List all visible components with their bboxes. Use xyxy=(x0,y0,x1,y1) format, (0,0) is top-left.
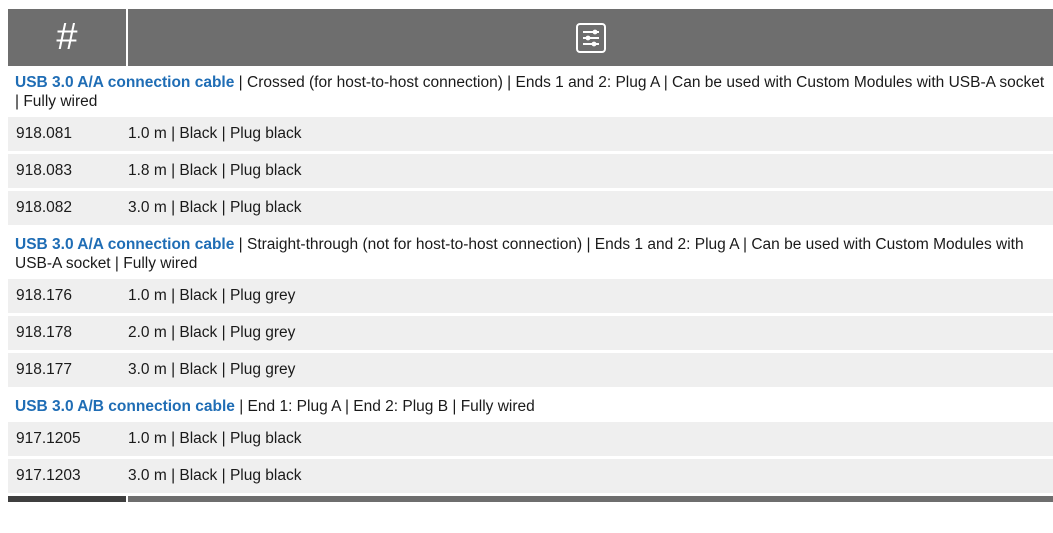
item-number: 918.083 xyxy=(16,162,73,179)
column-header-filter[interactable] xyxy=(128,9,1053,66)
column-header-number: # xyxy=(8,9,128,66)
footer-number-cell xyxy=(8,496,128,502)
table-row[interactable]: 918.178 2.0 m | Black | Plug grey xyxy=(8,316,1053,350)
item-number: 918.081 xyxy=(16,125,73,142)
item-number: 918.177 xyxy=(16,361,73,378)
group-heading: USB 3.0 A/A connection cable | Straight-… xyxy=(8,228,1053,279)
item-spec: 2.0 m | Black | Plug grey xyxy=(128,324,296,341)
table-row[interactable]: 918.081 1.0 m | Black | Plug black xyxy=(8,117,1053,151)
item-spec: 3.0 m | Black | Plug grey xyxy=(128,361,296,378)
group-title[interactable]: USB 3.0 A/B connection cable xyxy=(15,398,235,415)
table-row[interactable]: 917.1203 3.0 m | Black | Plug black xyxy=(8,459,1053,493)
item-spec: 1.0 m | Black | Plug black xyxy=(128,430,302,447)
table-footer xyxy=(8,496,1053,502)
table-row[interactable]: 917.1205 1.0 m | Black | Plug black xyxy=(8,422,1053,456)
item-spec: 3.0 m | Black | Plug black xyxy=(128,467,302,484)
footer-rest-cell xyxy=(128,496,1053,502)
table-row[interactable]: 918.083 1.8 m | Black | Plug black xyxy=(8,154,1053,188)
group-title[interactable]: USB 3.0 A/A connection cable xyxy=(15,236,234,253)
sliders-icon[interactable] xyxy=(575,22,607,54)
product-table: # USB 3.0 A/A connection cable | Crossed… xyxy=(8,9,1053,502)
item-number: 918.082 xyxy=(16,199,73,216)
group-title[interactable]: USB 3.0 A/A connection cable xyxy=(15,74,234,91)
item-spec: 3.0 m | Black | Plug black xyxy=(128,199,302,216)
group-heading: USB 3.0 A/B connection cable | End 1: Pl… xyxy=(8,390,1053,422)
item-spec: 1.8 m | Black | Plug black xyxy=(128,162,302,179)
group-heading: USB 3.0 A/A connection cable | Crossed (… xyxy=(8,66,1053,117)
group-details: | End 1: Plug A | End 2: Plug B | Fully … xyxy=(234,398,535,415)
item-number: 917.1205 xyxy=(16,430,81,447)
table-row[interactable]: 918.176 1.0 m | Black | Plug grey xyxy=(8,279,1053,313)
table-header: # xyxy=(8,9,1053,66)
item-number: 917.1203 xyxy=(16,467,81,484)
item-spec: 1.0 m | Black | Plug black xyxy=(128,125,302,142)
item-spec: 1.0 m | Black | Plug grey xyxy=(128,287,296,304)
item-number: 918.176 xyxy=(16,287,73,304)
table-row[interactable]: 918.082 3.0 m | Black | Plug black xyxy=(8,191,1053,225)
item-number: 918.178 xyxy=(16,324,73,341)
table-row[interactable]: 918.177 3.0 m | Black | Plug grey xyxy=(8,353,1053,387)
